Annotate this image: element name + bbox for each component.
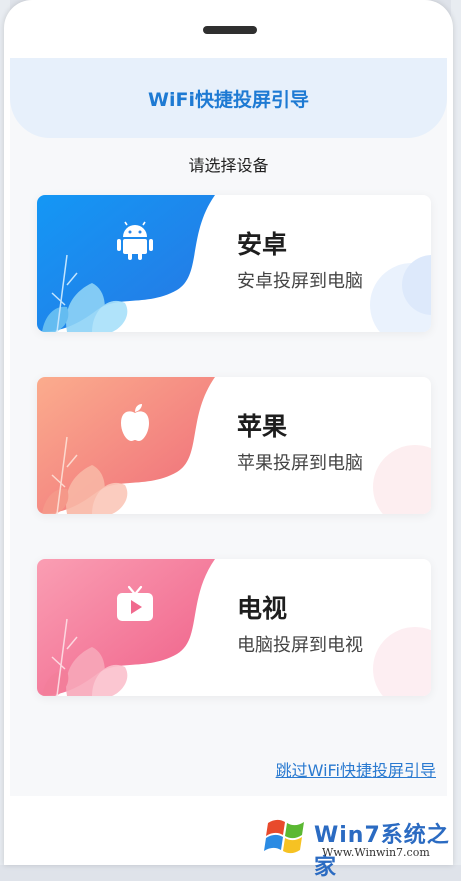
skip-guide-link[interactable]: 跳过WiFi快捷投屏引导 — [276, 757, 436, 781]
apple-card-background — [37, 377, 431, 514]
watermark-url: Www.Winwin7.com — [322, 846, 430, 859]
android-card[interactable]: 安卓 安卓投屏到电脑 — [37, 195, 431, 332]
tv-icon — [117, 585, 153, 621]
android-icon — [117, 221, 153, 260]
tv-card-background — [37, 559, 431, 696]
card-description: 安卓投屏到电脑 — [237, 271, 363, 292]
card-title: 苹果 — [237, 412, 288, 441]
select-device-prompt: 请选择设备 — [188, 156, 269, 175]
card-title: 电视 — [237, 594, 288, 623]
card-description: 苹果投屏到电脑 — [237, 453, 363, 474]
phone-frame: WiFi快捷投屏引导 请选择设备 安卓 安卓投屏到电脑 苹果 苹果投屏到电脑 电… — [4, 0, 453, 865]
header-banner: WiFi快捷投屏引导 — [10, 58, 447, 138]
drag-handle[interactable] — [203, 26, 257, 34]
site-watermark: Win7系统之家 Www.Winwin7.com — [262, 813, 457, 880]
android-card-background — [37, 195, 431, 332]
windows-logo-icon — [264, 819, 304, 854]
card-description: 电脑投屏到电视 — [237, 635, 363, 656]
guide-screen: WiFi快捷投屏引导 请选择设备 安卓 安卓投屏到电脑 苹果 苹果投屏到电脑 电… — [10, 58, 447, 796]
apple-card[interactable]: 苹果 苹果投屏到电脑 — [37, 377, 431, 514]
card-title: 安卓 — [237, 230, 288, 259]
tv-card[interactable]: 电视 电脑投屏到电视 — [37, 559, 431, 696]
apple-icon — [121, 404, 149, 441]
page-title: WiFi快捷投屏引导 — [148, 88, 309, 111]
